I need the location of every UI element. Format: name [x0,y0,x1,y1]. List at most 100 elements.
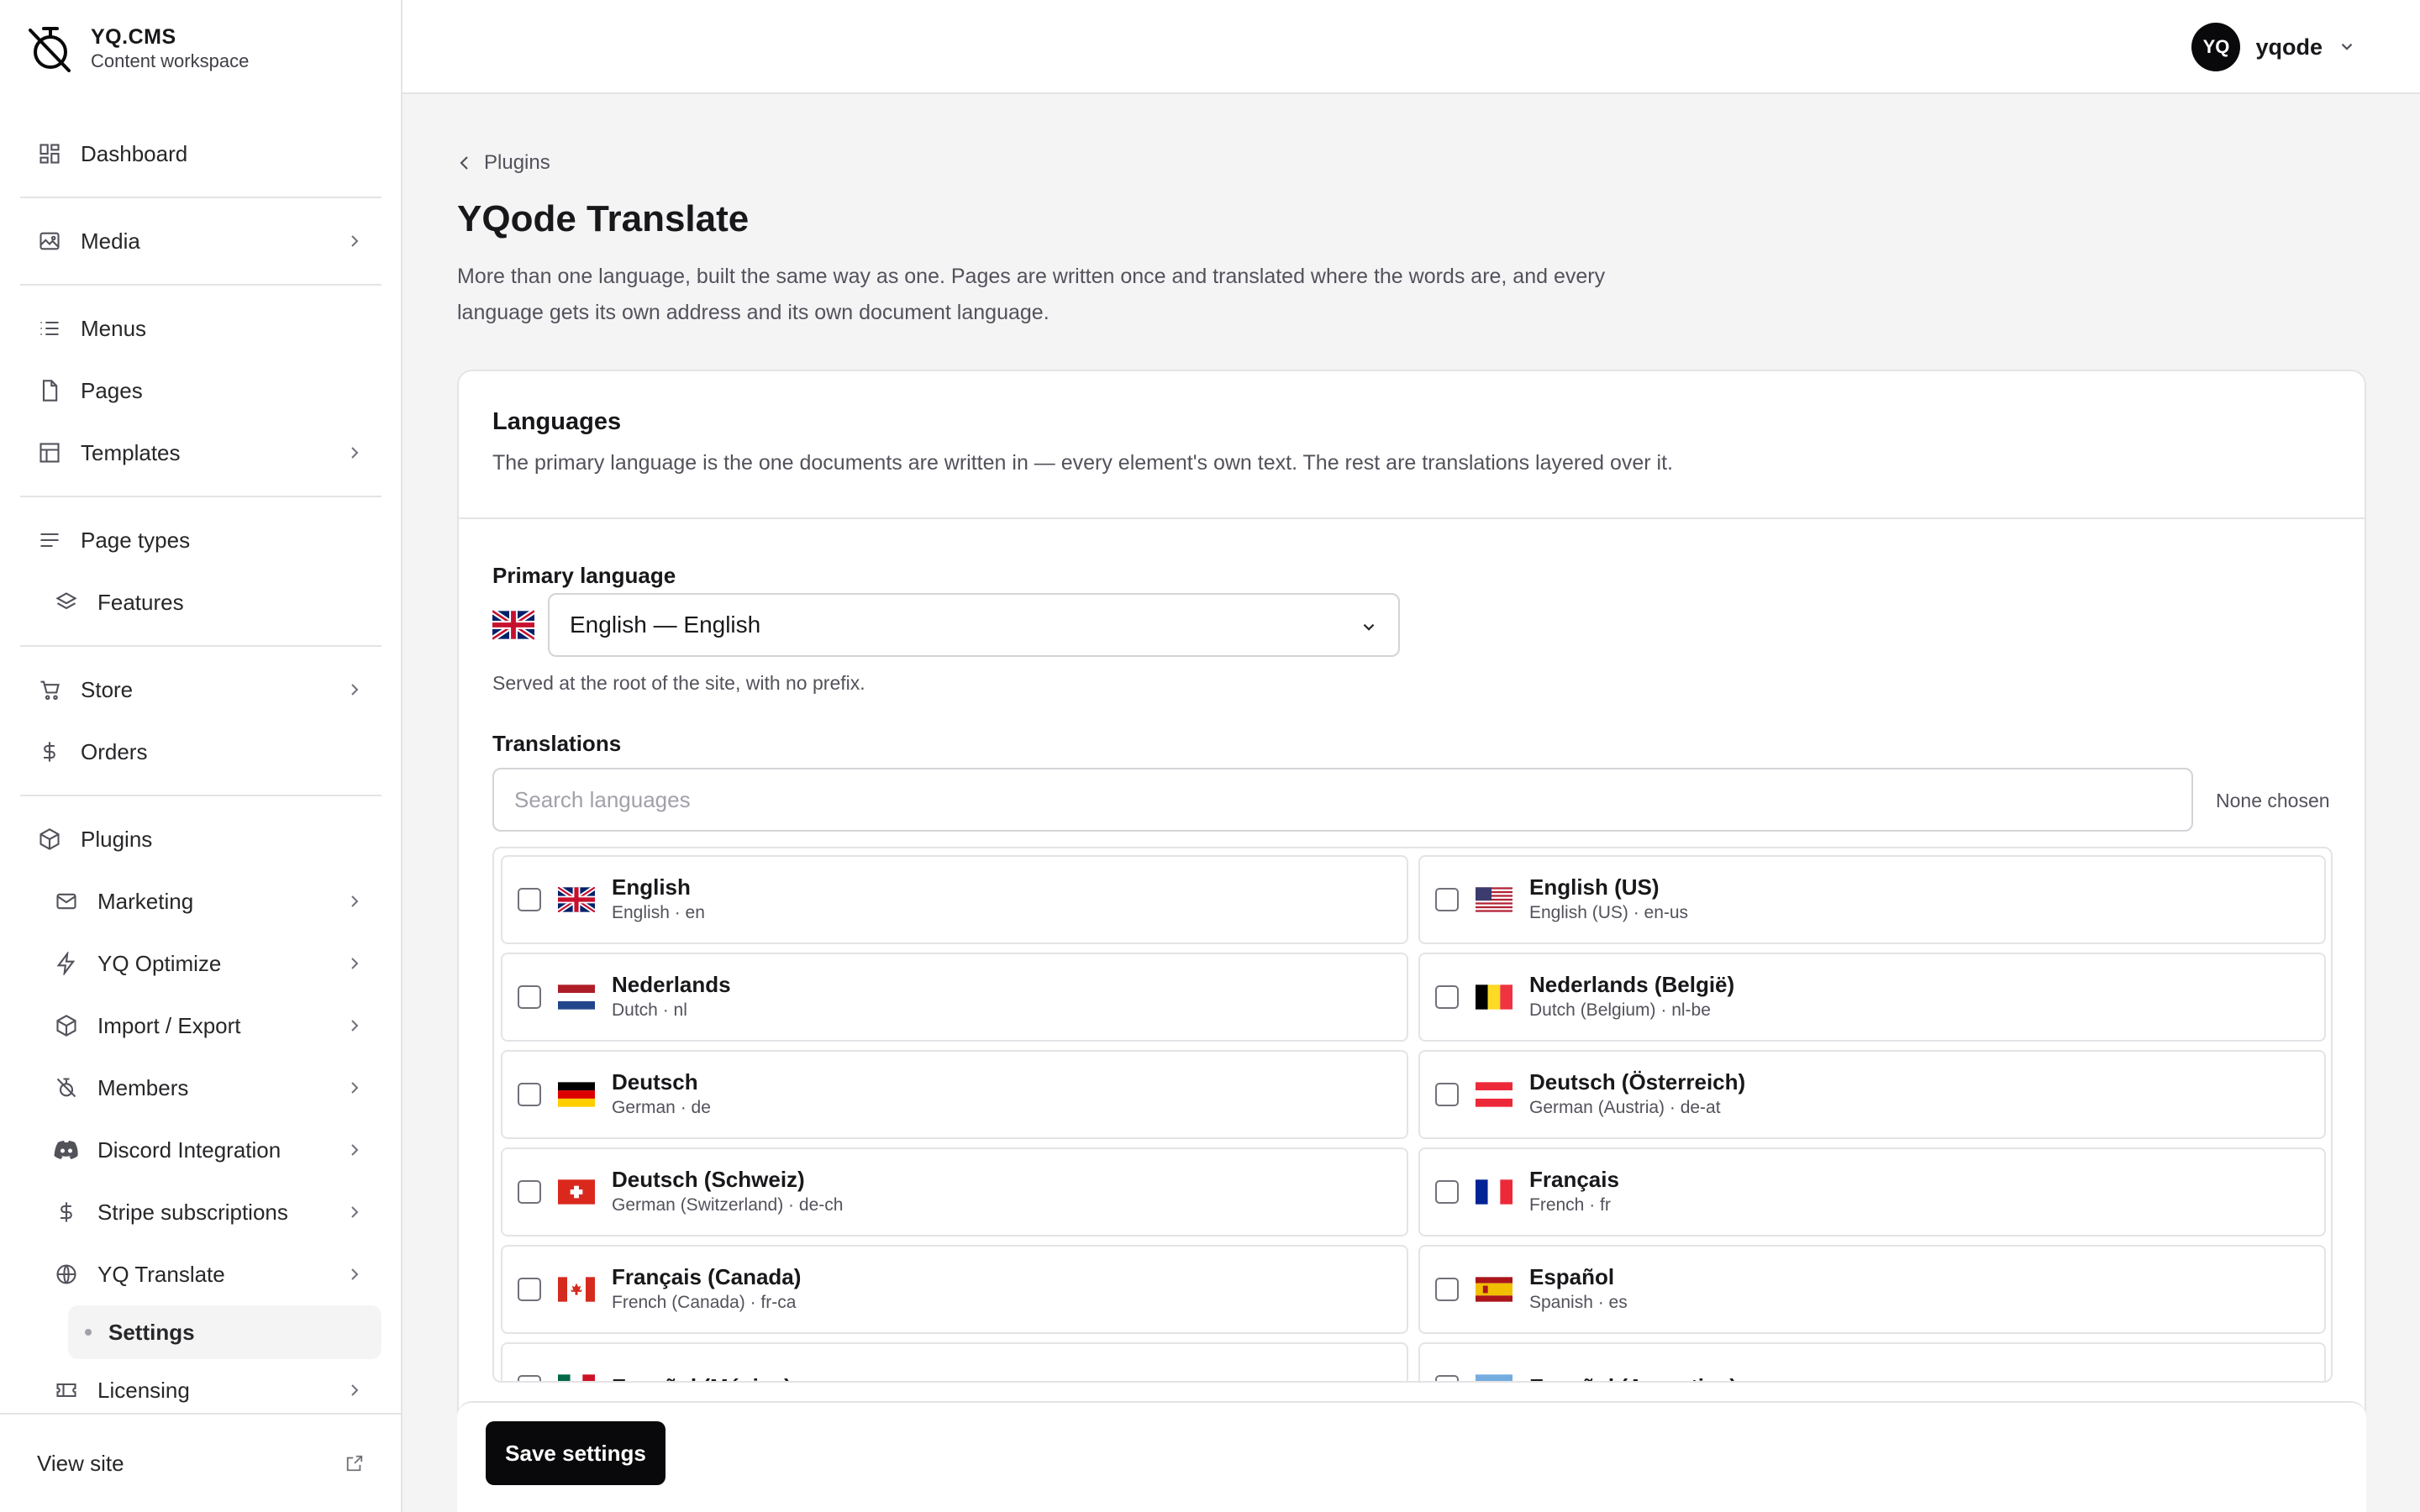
language-checkbox[interactable] [1435,985,1459,1009]
language-checkbox[interactable] [518,1083,541,1106]
language-option-ca[interactable]: Français (Canada) French (Canada) · fr-ca [501,1245,1408,1334]
page-description: More than one language, built the same w… [457,265,1606,324]
language-checkbox[interactable] [518,1375,541,1381]
language-list[interactable]: English English · en English (US) English (… [492,847,2333,1383]
sidebar-item-discord-integration[interactable]: Discord Integration [20,1119,381,1181]
card-header: Languages The primary language is the on… [459,371,2365,519]
search-languages-input[interactable] [492,768,2193,832]
sidebar-item-plugins[interactable]: Plugins [20,808,381,870]
user-menu[interactable]: YQ yqode [2191,23,2356,71]
card-title: Languages [492,408,622,435]
sidebar-item-dashboard[interactable]: Dashboard [20,123,381,185]
flag-us-icon [1476,887,1512,912]
language-name: Deutsch (Österreich) [1529,1069,1746,1095]
brand[interactable]: YQ.CMS Content workspace [25,24,249,74]
language-option-ch[interactable]: Deutsch (Schweiz) German (Switzerland) · … [501,1147,1408,1236]
language-meta: English · en [612,903,705,922]
bolt-icon [54,951,79,976]
sidebar-item-store[interactable]: Store [20,659,381,721]
save-settings-button[interactable]: Save settings [486,1421,666,1485]
language-option-es[interactable]: Español Spanish · es [1418,1245,2326,1334]
language-checkbox[interactable] [518,888,541,911]
language-option-gb[interactable]: English English · en [501,855,1408,944]
sidebar-item-menus[interactable]: Menus [20,297,381,360]
language-option-mx[interactable]: Español (México) [501,1342,1408,1381]
languages-card: Languages The primary language is the on… [457,370,2366,1512]
language-checkbox[interactable] [1435,1278,1459,1301]
sidebar-item-pages[interactable]: Pages [20,360,381,422]
sidebar-item-label: YQ Translate [97,1261,225,1287]
sidebar-item-label: Orders [81,738,148,764]
user-name: yqode [2255,34,2323,60]
sidebar-item-templates[interactable]: Templates [20,422,381,484]
chevron-right-icon [351,235,359,247]
chevron-right-icon [351,1020,359,1032]
dollar-icon [37,739,62,764]
sidebar-item-label: Store [81,676,134,702]
sidebar-item-members[interactable]: Members [20,1057,381,1119]
flag-be-icon [1476,984,1512,1010]
flag-nl-icon [558,984,595,1010]
sidebar-item-licensing[interactable]: Licensing [20,1359,381,1421]
language-checkbox[interactable] [1435,1083,1459,1106]
sidebar-item-label: Menus [81,315,147,341]
language-checkbox[interactable] [1435,1180,1459,1204]
language-checkbox[interactable] [518,985,541,1009]
language-option-be[interactable]: Nederlands (België) Dutch (Belgium) · nl-… [1418,953,2326,1042]
sidebar-item-marketing[interactable]: Marketing [20,870,381,932]
sidebar-item-label: Dashboard [81,140,188,166]
dashboard-icon [37,141,62,166]
nav-divider [20,645,381,647]
language-option-at[interactable]: Deutsch (Österreich) German (Austria) · d… [1418,1050,2326,1139]
flag-gb-icon [558,887,595,912]
globe-icon [54,1262,79,1287]
language-meta: German · de [612,1098,711,1117]
sidebar-item-media[interactable]: Media [20,210,381,272]
sidebar-item-stripe-subscriptions[interactable]: Stripe subscriptions [20,1181,381,1243]
sidebar-item-yq-translate[interactable]: YQ Translate [20,1243,381,1305]
layout-icon [37,440,62,465]
language-name: Deutsch (Schweiz) [612,1167,805,1192]
sidebar-item-label: Marketing [97,888,194,914]
flag-gb-icon [492,610,534,640]
nav-divider [20,197,381,198]
sidebar-item-label: Media [81,228,140,254]
primary-language-select[interactable]: English — English [548,593,1400,657]
sidebar-item-yq-optimize[interactable]: YQ Optimize [20,932,381,995]
sidebar-item-label: Members [97,1074,189,1100]
sidebar-item-import-export[interactable]: Import / Export [20,995,381,1057]
language-checkbox[interactable] [1435,1375,1459,1381]
sidebar-item-settings[interactable]: Settings [68,1305,381,1359]
language-checkbox[interactable] [1435,888,1459,911]
sidebar-item-features[interactable]: Features [20,571,381,633]
chevron-right-icon [351,1268,359,1280]
language-option-ar[interactable]: Español (Argentina) [1418,1342,2326,1381]
language-checkbox[interactable] [518,1180,541,1204]
language-option-us[interactable]: English (US) English (US) · en-us [1418,855,2326,944]
chevron-right-icon [351,958,359,969]
language-name: Français [1529,1167,1619,1192]
flag-es-icon [1476,1277,1512,1302]
box-icon [54,1013,79,1038]
sidebar-item-label: YQ Optimize [97,950,222,976]
language-checkbox[interactable] [518,1278,541,1301]
language-option-fr[interactable]: Français French · fr [1418,1147,2326,1236]
sidebar-item-orders[interactable]: Orders [20,721,381,783]
sidebar-item-label: Import / Export [97,1012,241,1038]
language-option-de[interactable]: Deutsch German · de [501,1050,1408,1139]
sidebar-item-label: Stripe subscriptions [97,1199,288,1225]
chevron-right-icon [351,1144,359,1156]
text-lines-icon [37,528,62,553]
view-site-link[interactable]: View site [0,1413,401,1512]
language-meta: Dutch (Belgium) · nl-be [1529,1000,1711,1020]
sidebar-item-page-types[interactable]: Page types [20,509,381,571]
brand-subtitle: Content workspace [91,50,250,71]
breadcrumb[interactable]: Plugins [457,151,550,175]
view-site-label: View site [37,1450,124,1476]
sidebar-nav: Dashboard Media Menus Pages Templates Pa… [20,123,381,1421]
chevron-right-icon [351,1206,359,1218]
sidebar-item-label: Templates [81,439,181,465]
sidebar: YQ.CMS Content workspace Dashboard Media… [0,0,402,1512]
language-option-nl[interactable]: Nederlands Dutch · nl [501,953,1408,1042]
language-name: Español [1529,1264,1615,1289]
